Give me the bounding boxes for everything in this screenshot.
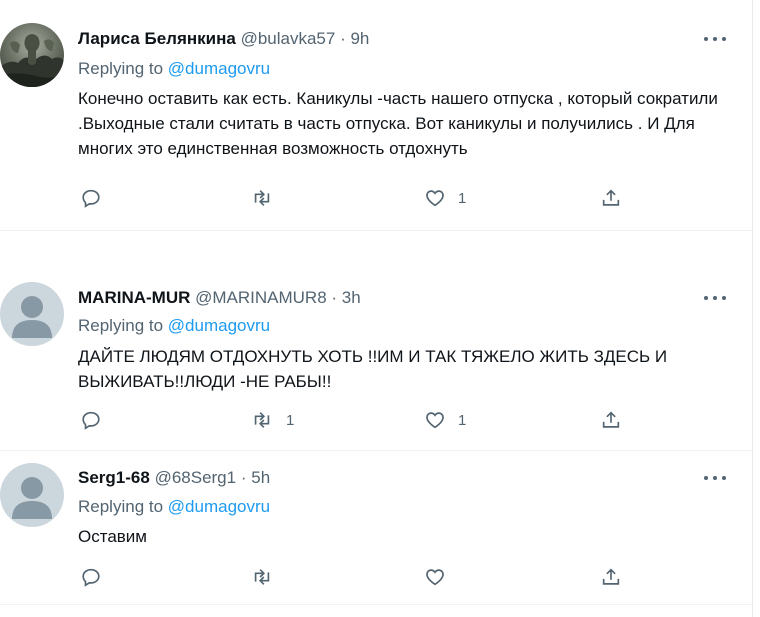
retweet-icon xyxy=(250,409,274,431)
avatar[interactable] xyxy=(0,23,64,87)
tweet-text: Оставим xyxy=(78,527,147,546)
tweet-text: Конечно оставить как есть. Каникулы -час… xyxy=(78,89,718,158)
share-icon xyxy=(600,409,622,431)
more-icon[interactable] xyxy=(704,36,726,42)
tweet-text: ДАЙТЕ ЛЮДЯМ ОТДОХНУТЬ ХОТЬ !!ИМ И ТАК ТЯ… xyxy=(78,347,668,391)
retweet-icon xyxy=(250,187,274,209)
reply-button[interactable] xyxy=(80,565,114,589)
like-count: 1 xyxy=(458,189,467,207)
tweet-feed: Лариса Белянкина @bulavka57 · 9h Replyin… xyxy=(0,0,753,617)
share-button[interactable] xyxy=(600,565,622,589)
action-bar: 1 xyxy=(78,186,638,210)
retweet-button[interactable] xyxy=(250,565,286,589)
thread-gap xyxy=(0,231,752,260)
display-name[interactable]: Лариса Белянкина xyxy=(78,29,236,48)
tweet-header: Лариса Белянкина @bulavka57 · 9h xyxy=(78,29,369,49)
separator-dot: · xyxy=(331,288,338,307)
user-handle[interactable]: @bulavka57 xyxy=(241,29,336,48)
like-icon xyxy=(424,409,446,431)
like-button[interactable] xyxy=(424,565,458,589)
like-icon xyxy=(424,566,446,588)
replying-to: Replying to @dumagovru xyxy=(78,59,270,79)
retweet-button[interactable]: 1 xyxy=(250,408,294,432)
user-handle[interactable]: @68Serg1 xyxy=(155,468,237,487)
tweet-1[interactable]: Лариса Белянкина @bulavka57 · 9h Replyin… xyxy=(0,0,752,230)
tweet-header: Serg1-68 @68Serg1 · 5h xyxy=(78,468,270,488)
action-bar xyxy=(78,565,638,589)
timestamp[interactable]: 5h xyxy=(251,468,270,487)
like-button[interactable]: 1 xyxy=(424,408,466,432)
timestamp[interactable]: 9h xyxy=(350,29,369,48)
more-icon[interactable] xyxy=(704,475,726,481)
replying-label: Replying to xyxy=(78,497,164,516)
tweet-3[interactable]: Serg1-68 @68Serg1 · 5h Replying to @duma… xyxy=(0,451,752,601)
avatar[interactable] xyxy=(0,463,64,527)
like-button[interactable]: 1 xyxy=(424,186,466,210)
separator-dot: · xyxy=(240,468,247,487)
tweet-header: MARINA-MUR @MARINAMUR8 · 3h xyxy=(78,288,361,308)
like-icon xyxy=(424,187,446,209)
reply-icon xyxy=(80,566,102,588)
replying-label: Replying to xyxy=(78,59,164,78)
divider xyxy=(0,604,752,605)
avatar[interactable] xyxy=(0,282,64,346)
display-name[interactable]: Serg1-68 xyxy=(78,468,150,487)
mention-link[interactable]: @dumagovru xyxy=(168,316,270,335)
reply-button[interactable] xyxy=(80,408,114,432)
timestamp[interactable]: 3h xyxy=(342,288,361,307)
share-icon xyxy=(600,566,622,588)
mention-link[interactable]: @dumagovru xyxy=(168,497,270,516)
replying-label: Replying to xyxy=(78,316,164,335)
separator-dot: · xyxy=(340,29,346,48)
share-button[interactable] xyxy=(600,186,622,210)
user-handle[interactable]: @MARINAMUR8 xyxy=(195,288,327,307)
reply-icon xyxy=(80,409,102,431)
share-icon xyxy=(600,187,622,209)
action-bar: 1 1 xyxy=(78,408,638,432)
display-name[interactable]: MARINA-MUR xyxy=(78,288,190,307)
reply-icon xyxy=(80,187,102,209)
tweet-2[interactable]: MARINA-MUR @MARINAMUR8 · 3h Replying to … xyxy=(0,260,752,450)
retweet-button[interactable] xyxy=(250,186,286,210)
replying-to: Replying to @dumagovru xyxy=(78,316,270,336)
share-button[interactable] xyxy=(600,408,622,432)
replying-to: Replying to @dumagovru xyxy=(78,497,270,517)
retweet-icon xyxy=(250,566,274,588)
more-icon[interactable] xyxy=(704,295,726,301)
retweet-count: 1 xyxy=(286,411,295,429)
mention-link[interactable]: @dumagovru xyxy=(168,59,270,78)
reply-button[interactable] xyxy=(80,186,114,210)
like-count: 1 xyxy=(458,411,467,429)
